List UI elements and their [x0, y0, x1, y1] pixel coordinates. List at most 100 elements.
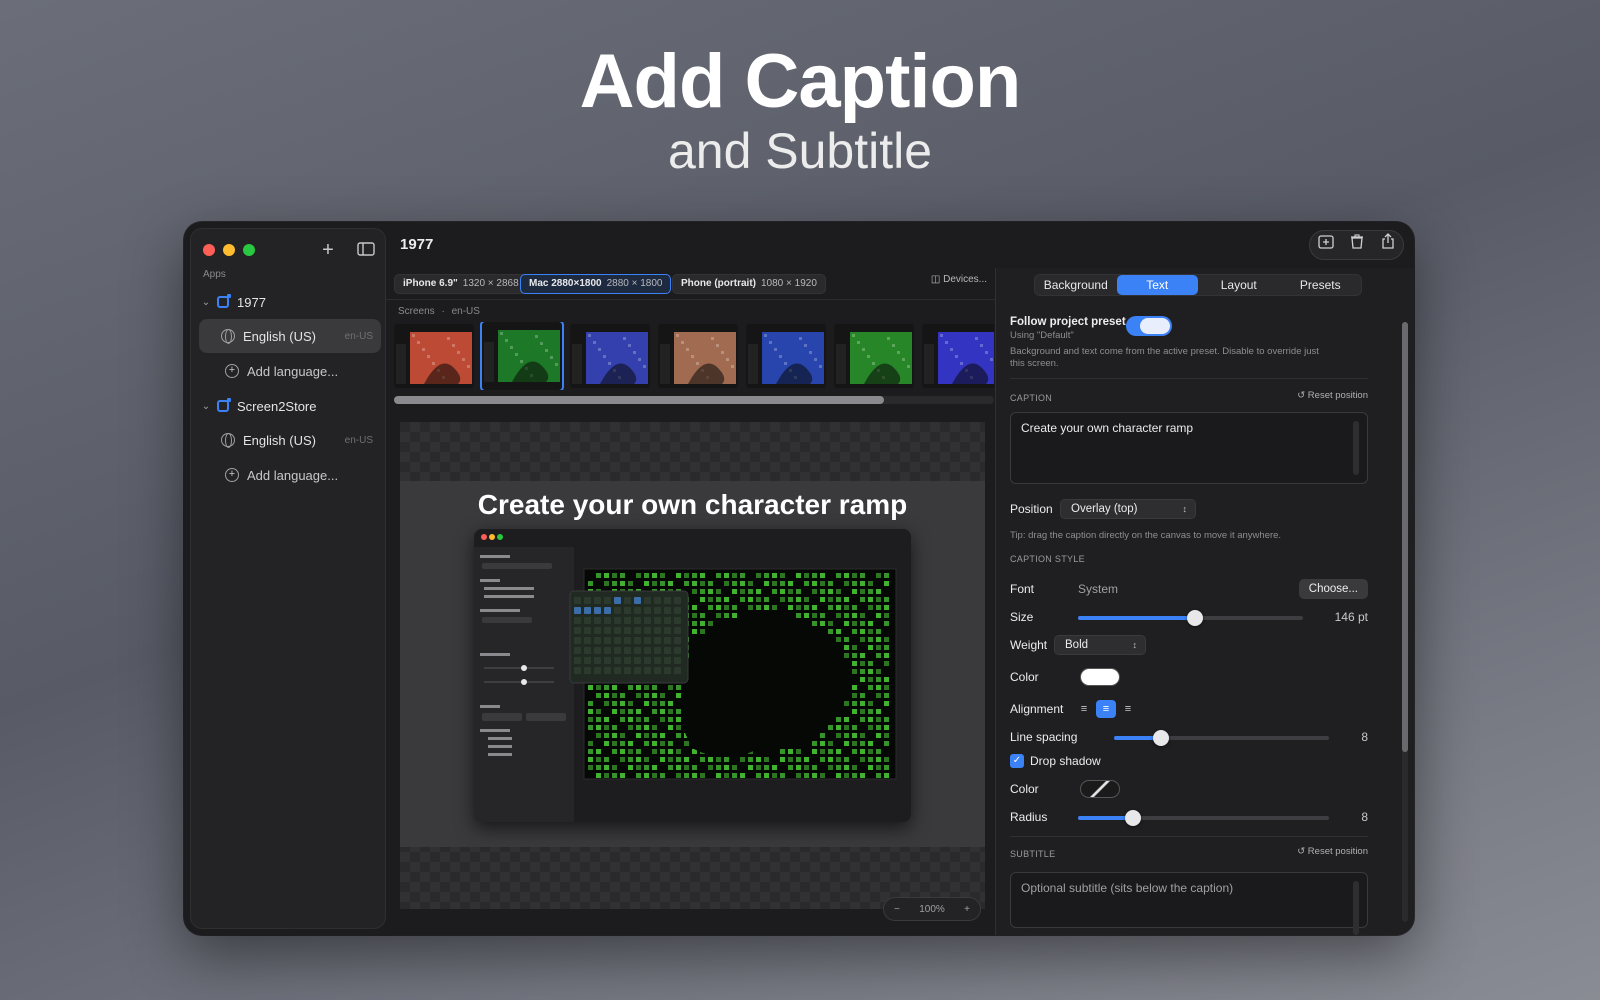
caption-text[interactable]: Create your own character ramp	[400, 489, 985, 521]
screen-thumbnail[interactable]	[394, 324, 474, 388]
window-title: 1977	[400, 236, 434, 253]
chevron-down-icon[interactable]: ⌄	[199, 401, 213, 412]
add-app-plus-icon[interactable]: +	[315, 237, 341, 263]
caption-tip: Tip: drag the caption directly on the ca…	[1010, 530, 1282, 541]
app-name: Screen2Store	[237, 398, 317, 414]
hero-title: Add Caption	[579, 39, 1022, 124]
inspector-tabs: Background Text Layout Presets	[1034, 274, 1362, 296]
add-language-button-2[interactable]: + Add language...	[199, 458, 381, 492]
screen-thumbnail[interactable]	[922, 324, 994, 388]
sidebar-language-english-us-2[interactable]: English (US) en-US	[199, 423, 381, 457]
screen-thumbnail[interactable]	[746, 324, 826, 388]
device-tab-phone-portrait[interactable]: Phone (portrait) 1080 × 1920	[672, 274, 826, 294]
drop-shadow-checkbox[interactable]: ✓	[1010, 754, 1024, 768]
device-size: 1320 × 2868	[462, 278, 519, 289]
toolbar: 1977	[386, 222, 1414, 268]
caption-text-input[interactable]: Create your own character ramp	[1010, 412, 1368, 484]
caption-style-section-title: CAPTION STYLE	[1010, 554, 1085, 564]
size-value: 146 pt	[1334, 610, 1368, 624]
sidebar: + Apps ⌄ 1977 English (US) en-US + Add l…	[190, 228, 386, 929]
trash-icon[interactable]	[1341, 231, 1372, 259]
shadow-color-swatch[interactable]	[1080, 780, 1120, 798]
devices-icon: ◫	[930, 274, 941, 285]
device-tab-mac[interactable]: Mac 2880×1800 2880 × 1800	[520, 274, 672, 294]
screen-thumbnail[interactable]	[480, 322, 564, 390]
language-label: English (US)	[243, 432, 316, 448]
zoom-control: − 100% +	[883, 897, 981, 921]
plus-circle-icon: +	[225, 468, 239, 482]
tab-text[interactable]: Text	[1116, 275, 1198, 295]
subtitle-reset-position[interactable]: ↺ Reset position	[1297, 846, 1368, 857]
toolbar-actions	[1309, 230, 1404, 260]
chevron-down-icon[interactable]: ⌄	[199, 297, 213, 308]
inspector-panel: Background Text Layout Presets Follow pr…	[995, 268, 1414, 935]
caption-section-title: CAPTION	[1010, 393, 1053, 403]
radius-slider[interactable]	[1078, 810, 1329, 826]
follow-preset-label: Follow project preset	[1010, 316, 1126, 328]
align-left-icon[interactable]: ≡	[1074, 700, 1094, 718]
tab-layout[interactable]: Layout	[1198, 275, 1280, 295]
locale-code: en-US	[344, 434, 373, 446]
screen-thumbnail[interactable]	[570, 324, 650, 388]
zoom-in-button[interactable]: +	[964, 904, 970, 915]
screenshot-preview	[474, 529, 911, 822]
add-screen-icon[interactable]	[1310, 231, 1341, 259]
size-slider[interactable]	[1078, 610, 1303, 626]
alignment-control: ≡ ≡ ≡	[1074, 700, 1138, 718]
reset-icon: ↺	[1297, 846, 1306, 857]
screens-breadcrumb: Screens · en-US	[398, 306, 480, 317]
tab-background[interactable]: Background	[1035, 275, 1117, 295]
tab-presets[interactable]: Presets	[1280, 275, 1362, 295]
screen-thumbnail[interactable]	[658, 324, 738, 388]
choose-font-button[interactable]: Choose...	[1298, 579, 1368, 599]
line-spacing-slider-thumb[interactable]	[1153, 730, 1170, 746]
canvas-area: Create your own character ramp − 100% +	[386, 408, 995, 935]
alignment-label: Alignment	[1010, 702, 1064, 716]
device-name: Phone (portrait)	[681, 278, 756, 289]
align-center-icon[interactable]: ≡	[1096, 700, 1116, 718]
sidebar-toggle-icon[interactable]	[353, 237, 379, 263]
add-language-label: Add language...	[247, 363, 339, 379]
apps-section-label: Apps	[203, 269, 226, 280]
close-window-button[interactable]	[203, 244, 215, 256]
size-slider-thumb[interactable]	[1187, 610, 1203, 626]
weight-label: Weight	[1010, 638, 1048, 652]
shadow-color-label: Color	[1010, 782, 1039, 796]
artboard[interactable]: Create your own character ramp	[400, 481, 985, 847]
follow-preset-using: Using "Default"	[1010, 330, 1074, 341]
radius-label: Radius	[1010, 810, 1048, 824]
font-label: Font	[1010, 582, 1035, 596]
font-value: System	[1078, 582, 1119, 596]
minimize-window-button[interactable]	[223, 244, 235, 256]
size-label: Size	[1010, 610, 1034, 624]
sidebar-app-1977[interactable]: ⌄ 1977	[199, 285, 381, 319]
align-right-icon[interactable]: ≡	[1118, 700, 1138, 718]
add-language-button[interactable]: + Add language...	[199, 354, 381, 388]
sidebar-language-english-us[interactable]: English (US) en-US	[199, 319, 381, 353]
devices-button[interactable]: ◫ Devices...	[931, 274, 987, 285]
screen-thumbnails	[394, 322, 994, 390]
screen-thumbnail[interactable]	[834, 324, 914, 388]
zoom-window-button[interactable]	[243, 244, 255, 256]
device-size: 1080 × 1920	[761, 278, 817, 289]
zoom-out-button[interactable]: −	[894, 904, 900, 915]
sidebar-app-screen2store[interactable]: ⌄ Screen2Store	[199, 389, 381, 423]
caption-color-swatch[interactable]	[1080, 668, 1120, 686]
caption-reset-position[interactable]: ↺ Reset position	[1297, 390, 1368, 401]
subtitle-text-input[interactable]: Optional subtitle (sits below the captio…	[1010, 872, 1368, 935]
line-spacing-value: 8	[1361, 730, 1368, 744]
share-icon[interactable]	[1372, 231, 1403, 259]
radius-slider-thumb[interactable]	[1125, 810, 1142, 826]
locale-code: en-US	[344, 330, 373, 342]
position-select[interactable]: Overlay (top) ↕	[1060, 499, 1196, 519]
line-spacing-slider[interactable]	[1114, 730, 1329, 746]
thumbnails-scrollbar[interactable]	[394, 396, 994, 404]
chevron-updown-icon: ↕	[1132, 640, 1138, 650]
inspector-scrollbar[interactable]	[1402, 322, 1408, 922]
weight-select[interactable]: Bold ↕	[1054, 635, 1146, 655]
window-controls	[203, 244, 255, 256]
add-language-label: Add language...	[247, 467, 339, 483]
size-slider-fill	[1078, 616, 1195, 620]
reset-icon: ↺	[1297, 390, 1306, 401]
device-tab-iphone[interactable]: iPhone 6.9" 1320 × 2868	[394, 274, 528, 294]
